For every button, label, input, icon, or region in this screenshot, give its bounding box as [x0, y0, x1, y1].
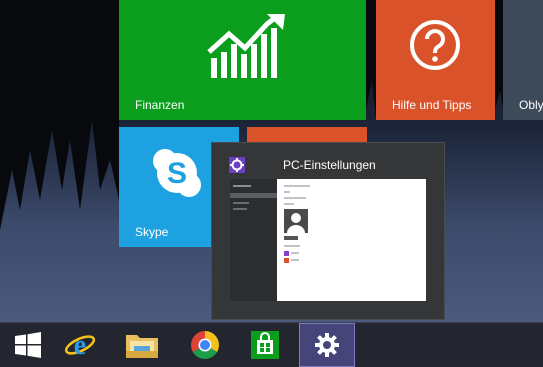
tile-obly[interactable]: Obly — [503, 0, 543, 120]
user-avatar — [284, 209, 308, 233]
svg-text:S: S — [167, 157, 187, 190]
tile-label: Obly — [519, 98, 543, 112]
file-explorer-button[interactable] — [114, 323, 170, 367]
chrome-icon — [191, 331, 219, 359]
window-preview — [230, 179, 426, 301]
chrome-button[interactable] — [177, 323, 233, 367]
store-button[interactable] — [237, 323, 293, 367]
gear-icon — [229, 157, 245, 173]
start-button[interactable] — [0, 323, 56, 367]
windows-logo-icon — [15, 332, 41, 358]
folder-icon — [126, 335, 158, 358]
skype-icon: S — [153, 149, 201, 197]
gear-icon — [315, 333, 339, 357]
taskbar: e — [0, 322, 543, 367]
tile-hilfe-und-tipps[interactable]: Hilfe und Tipps — [376, 0, 495, 120]
thumbnail-title: PC-Einstellungen — [283, 158, 376, 172]
tile-label: Hilfe und Tipps — [392, 98, 472, 112]
desktop-background: Finanzen Hilfe und Tipps Obly S Skype PC… — [0, 0, 543, 322]
internet-explorer-button[interactable]: e — [52, 323, 108, 367]
preview-sidebar — [230, 179, 277, 301]
internet-explorer-icon: e — [64, 330, 96, 360]
svg-text:e: e — [74, 330, 86, 360]
pc-settings-button[interactable] — [299, 323, 355, 367]
tile-finanzen[interactable]: Finanzen — [119, 0, 366, 120]
chart-up-icon — [207, 14, 285, 78]
question-icon — [410, 20, 460, 70]
tile-label: Finanzen — [135, 98, 185, 112]
store-icon — [251, 331, 279, 359]
tile-label: Skype — [135, 225, 169, 239]
taskbar-thumbnail-preview[interactable]: PC-Einstellungen — [211, 142, 445, 320]
